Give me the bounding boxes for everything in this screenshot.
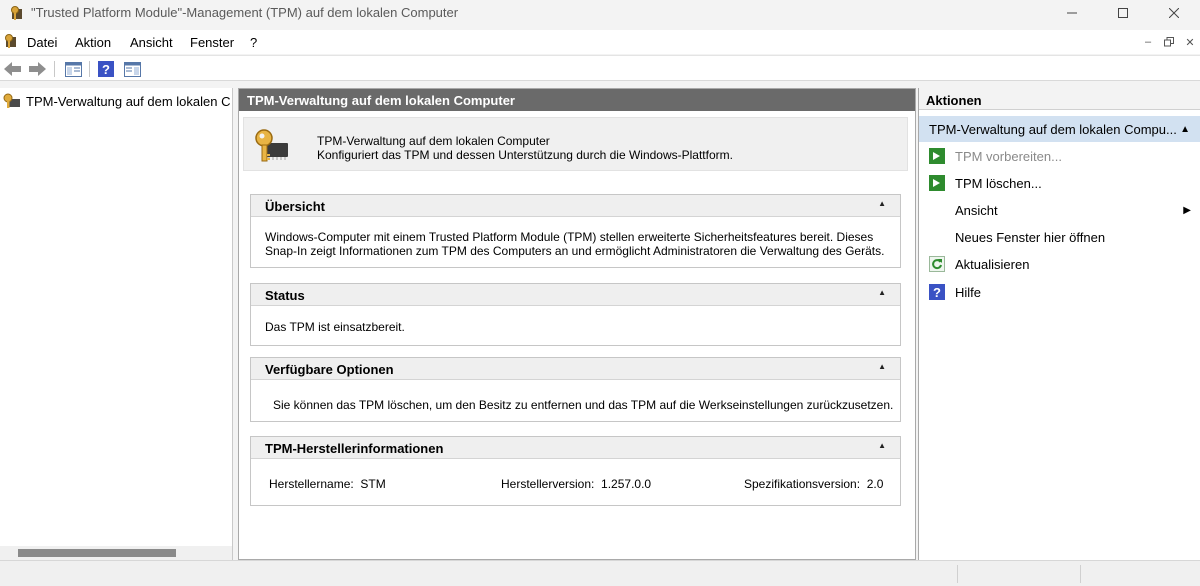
action-label: Aktualisieren [955,256,1030,272]
tpm-key-icon [3,93,21,109]
section-title: Übersicht [265,199,325,214]
menu-ansicht[interactable]: Ansicht [130,35,173,50]
intro-title: TPM-Verwaltung auf dem lokalen Computer [317,134,550,148]
tpm-chip-key-icon [254,128,288,162]
action-label: TPM löschen... [955,175,1042,191]
toolbar-separator [89,61,90,77]
spec-version: Spezifikationsversion: 2.0 [744,477,883,491]
actions-group-label: TPM-Verwaltung auf dem lokalen Compu... [929,122,1177,137]
green-run-icon [929,175,945,191]
action-label: Ansicht [955,202,998,218]
section-vendor-header[interactable]: TPM-Herstellerinformationen ▲ [251,437,900,459]
refresh-icon [929,256,945,272]
section-title: TPM-Herstellerinformationen [265,441,444,456]
help-icon[interactable]: ? [96,59,116,79]
actions-title: Aktionen [919,88,1200,110]
menu-datei[interactable]: Datei [27,35,57,50]
collapse-arrow-icon[interactable]: ▲ [878,441,886,450]
action-new-window[interactable]: Neues Fenster hier öffnen [929,227,1105,247]
action-view[interactable]: Ansicht ▶ [929,200,1191,220]
version-value: 1.257.0.0 [601,477,652,491]
spec-label: Spezifikationsversion: [744,477,861,491]
manufacturer-version: Herstellerversion: 1.257.0.0 [501,477,651,491]
console-tree-icon[interactable] [63,59,83,79]
close-button[interactable] [1148,0,1200,26]
section-status: Status ▲ Das TPM ist einsatzbereit. [250,283,901,346]
section-title: Verfügbare Optionen [265,362,394,377]
action-help[interactable]: ? Hilfe [929,282,981,302]
back-arrow-icon[interactable] [3,59,23,79]
toolbar: ? [0,55,1200,81]
overview-line-1: Windows-Computer mit einem Trusted Platf… [265,230,874,244]
scrollbar-thumb[interactable] [18,549,176,557]
status-text: Das TPM ist einsatzbereit. [265,320,405,334]
menu-help[interactable]: ? [250,35,257,50]
system-menu-icon[interactable] [3,33,19,49]
forward-arrow-icon[interactable] [27,59,47,79]
actions-group-header[interactable]: TPM-Verwaltung auf dem lokalen Compu... … [919,116,1200,142]
tree-node-label: TPM-Verwaltung auf dem lokalen C [26,93,231,109]
svg-text:?: ? [933,285,941,300]
mdi-minimize-button[interactable]: – [1140,35,1156,49]
menu-bar: Datei Aktion Ansicht Fenster ? – ✕ [0,30,1200,54]
submenu-arrow-icon: ▶ [1183,204,1191,216]
mdi-restore-button[interactable] [1161,35,1177,49]
collapse-arrow-icon[interactable]: ▲ [878,288,886,297]
action-label: Hilfe [955,284,982,300]
help-icon: ? [929,284,945,300]
maximize-button[interactable] [1097,0,1149,26]
intro-description: Konfiguriert das TPM und dessen Unterstü… [317,148,733,162]
action-pane-icon[interactable] [122,59,142,79]
collapse-arrow-icon[interactable]: ▲ [878,199,886,208]
action-refresh[interactable]: Aktualisieren [929,254,1029,274]
mdi-close-button[interactable]: ✕ [1182,35,1198,49]
tree-node-tpm[interactable]: TPM-Verwaltung auf dem lokalen C [3,92,230,110]
menu-aktion[interactable]: Aktion [75,35,111,50]
section-overview: Übersicht ▲ Windows-Computer mit einem T… [250,194,901,268]
version-label: Herstellerversion: [501,477,595,491]
svg-text:?: ? [102,62,110,77]
section-overview-header[interactable]: Übersicht ▲ [251,195,900,217]
menu-fenster[interactable]: Fenster [190,35,234,50]
section-options-header[interactable]: Verfügbare Optionen ▲ [251,358,900,380]
window-title: "Trusted Platform Module"-Management (TP… [31,5,459,20]
console-tree: TPM-Verwaltung auf dem lokalen C [0,88,233,560]
section-status-header[interactable]: Status ▲ [251,284,900,306]
action-label: TPM vorbereiten... [955,148,1062,164]
action-prepare-tpm[interactable]: TPM vorbereiten... [929,146,1062,166]
horizontal-scrollbar[interactable] [0,546,232,560]
manufacturer-value: STM [360,477,386,491]
green-run-icon [929,148,945,164]
result-pane: TPM-Verwaltung auf dem lokalen Computer … [238,88,916,560]
toolbar-separator [54,61,55,77]
action-clear-tpm[interactable]: TPM löschen... [929,173,1042,193]
section-title: Status [265,288,305,303]
manufacturer-name: Herstellername: STM [269,477,386,491]
actions-pane: Aktionen TPM-Verwaltung auf dem lokalen … [918,88,1200,560]
section-options: Verfügbare Optionen ▲ Sie können das TPM… [250,357,901,422]
spec-value: 2.0 [866,477,884,491]
collapse-arrow-icon[interactable]: ▲ [1180,124,1190,135]
section-vendor: TPM-Herstellerinformationen ▲ Hersteller… [250,436,901,506]
options-text: Sie können das TPM löschen, um den Besit… [273,398,894,412]
status-bar-divider [957,565,958,583]
collapse-arrow-icon[interactable]: ▲ [878,362,886,371]
result-pane-header: TPM-Verwaltung auf dem lokalen Computer [239,89,915,111]
status-bar-divider [1080,565,1081,583]
status-bar [0,560,1200,586]
minimize-button[interactable] [1046,0,1098,26]
tpm-app-icon [9,5,25,21]
manufacturer-label: Herstellername: [269,477,354,491]
action-label: Neues Fenster hier öffnen [955,229,1106,245]
overview-line-2: Snap-In zeigt Informationen zum TPM des … [265,244,885,258]
intro-panel: TPM-Verwaltung auf dem lokalen Computer … [243,117,908,171]
title-bar: "Trusted Platform Module"-Management (TP… [0,0,1200,26]
